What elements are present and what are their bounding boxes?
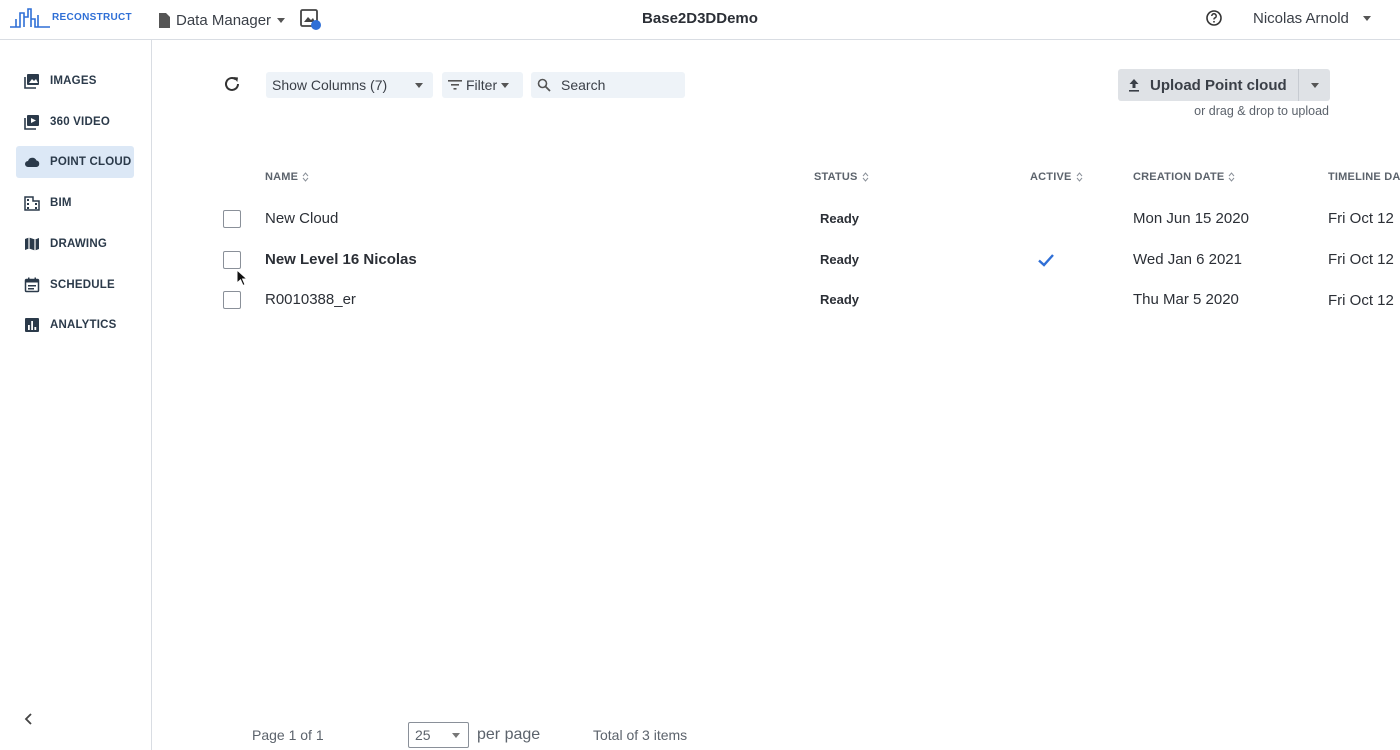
row-creation-date: Thu Mar 5 2020	[1133, 291, 1239, 308]
sort-icon	[862, 172, 868, 182]
add-photo-button[interactable]	[300, 9, 322, 31]
chevron-left-icon	[24, 713, 32, 725]
upload-button-group: Upload Point cloud	[1118, 69, 1330, 101]
sidebar-item-label: DRAWING	[50, 238, 107, 250]
logo-text: RECONSTRUCT	[52, 12, 132, 23]
search-input[interactable]	[561, 77, 671, 93]
logo-mark-icon	[10, 8, 50, 28]
column-header-label: NAME	[265, 171, 299, 183]
reconstruct-logo[interactable]: RECONSTRUCT	[10, 7, 132, 31]
help-button[interactable]	[1205, 9, 1223, 27]
video-icon	[24, 115, 39, 130]
collapse-sidebar-button[interactable]	[22, 712, 36, 726]
data-manager-label: Data Manager	[176, 11, 272, 29]
search-icon	[537, 78, 551, 92]
upload-icon	[1129, 79, 1139, 92]
upload-label: Upload Point cloud	[1150, 76, 1287, 94]
chevron-down-icon	[1310, 82, 1319, 88]
calendar-icon	[24, 277, 40, 293]
show-columns-dropdown[interactable]: Show Columns (7)	[266, 72, 433, 98]
filter-icon	[448, 80, 462, 90]
table-row[interactable]: New Cloud Ready Mon Jun 15 2020	[200, 199, 1400, 239]
show-columns-label: Show Columns (7)	[272, 77, 388, 93]
upload-point-cloud-button[interactable]: Upload Point cloud	[1118, 69, 1298, 101]
map-icon	[25, 237, 39, 251]
sidebar-item-label: ANALYTICS	[50, 319, 117, 331]
column-header-label: ACTIVE	[1030, 171, 1072, 183]
top-bar: RECONSTRUCT Data Manager Base2D3DDemo Ni…	[0, 0, 1400, 40]
refresh-button[interactable]	[222, 74, 242, 94]
filter-dropdown[interactable]: Filter	[442, 72, 523, 98]
sort-icon	[302, 172, 309, 182]
help-icon	[1206, 10, 1222, 26]
per-page-value: 25	[415, 727, 431, 743]
sidebar-item-images[interactable]: IMAGES	[16, 65, 134, 97]
refresh-icon	[225, 76, 239, 91]
sidebar-item-label: IMAGES	[50, 75, 97, 87]
chevron-down-icon	[452, 732, 460, 738]
document-icon	[159, 12, 170, 28]
active-check-icon	[1038, 254, 1054, 267]
column-header-creation-date[interactable]: CREATION DATE	[1133, 171, 1235, 183]
mouse-pointer-icon	[236, 269, 248, 287]
chevron-down-icon	[501, 82, 510, 88]
row-name[interactable]: New Level 16 Nicolas	[265, 251, 417, 268]
search-box[interactable]	[531, 72, 685, 98]
column-header-name[interactable]: NAME	[265, 171, 309, 183]
column-header-active[interactable]: ACTIVE	[1030, 171, 1083, 183]
column-header-timeline-date[interactable]: TIMELINE DA	[1328, 171, 1400, 183]
sidebar-item-label: 360 VIDEO	[50, 116, 110, 128]
row-status: Ready	[820, 252, 860, 267]
column-header-label: CREATION DATE	[1133, 171, 1225, 183]
row-creation-date: Wed Jan 6 2021	[1133, 251, 1242, 268]
sidebar-item-360-video[interactable]: 360 VIDEO	[16, 106, 134, 138]
sidebar-item-drawing[interactable]: DRAWING	[16, 228, 134, 260]
row-creation-date: Mon Jun 15 2020	[1133, 210, 1249, 227]
table-row[interactable]: R0010388_er Ready Thu Mar 5 2020	[200, 280, 1400, 320]
per-page-label: per page	[477, 726, 541, 743]
chevron-down-icon	[277, 17, 286, 23]
row-checkbox[interactable]	[223, 210, 241, 228]
per-page-select[interactable]: 25	[408, 722, 469, 748]
row-status: Ready	[820, 211, 860, 226]
sidebar: IMAGES 360 VIDEO POINT CLOUD BIM DRAWING	[0, 40, 152, 750]
sort-icon	[1076, 172, 1082, 182]
building-icon	[24, 196, 40, 211]
sidebar-item-schedule[interactable]: SCHEDULE	[16, 269, 134, 301]
photo-badge-icon	[300, 9, 321, 30]
project-title: Base2D3DDemo	[642, 10, 758, 27]
image-icon	[24, 74, 39, 89]
row-name[interactable]: New Cloud	[265, 210, 338, 227]
cloud-icon	[25, 157, 40, 167]
column-header-label: TIMELINE DA	[1328, 171, 1400, 183]
sidebar-item-label: POINT CLOUD	[50, 156, 132, 168]
column-header-label: STATUS	[814, 171, 858, 183]
page-info: Page 1 of 1	[252, 727, 324, 743]
drag-drop-hint: or drag & drop to upload	[1194, 104, 1329, 118]
row-checkbox[interactable]	[223, 251, 241, 269]
sidebar-item-label: BIM	[50, 197, 72, 209]
bar-chart-icon	[25, 318, 39, 332]
row-checkbox[interactable]	[223, 291, 241, 309]
sort-icon	[1229, 172, 1235, 182]
sidebar-item-bim[interactable]: BIM	[16, 187, 134, 219]
data-manager-menu[interactable]: Data Manager	[158, 10, 286, 30]
sidebar-item-label: SCHEDULE	[50, 279, 115, 291]
table-row[interactable]: New Level 16 Nicolas Ready Wed Jan 6 202…	[200, 240, 1400, 280]
sidebar-item-analytics[interactable]: ANALYTICS	[16, 309, 134, 341]
sidebar-item-point-cloud[interactable]: POINT CLOUD	[16, 146, 134, 178]
chevron-down-icon	[415, 82, 423, 88]
filter-label: Filter	[466, 77, 498, 93]
row-status: Ready	[820, 292, 860, 307]
column-header-status[interactable]: STATUS	[814, 171, 869, 183]
total-items: Total of 3 items	[593, 727, 688, 743]
row-name[interactable]: R0010388_er	[265, 291, 356, 308]
